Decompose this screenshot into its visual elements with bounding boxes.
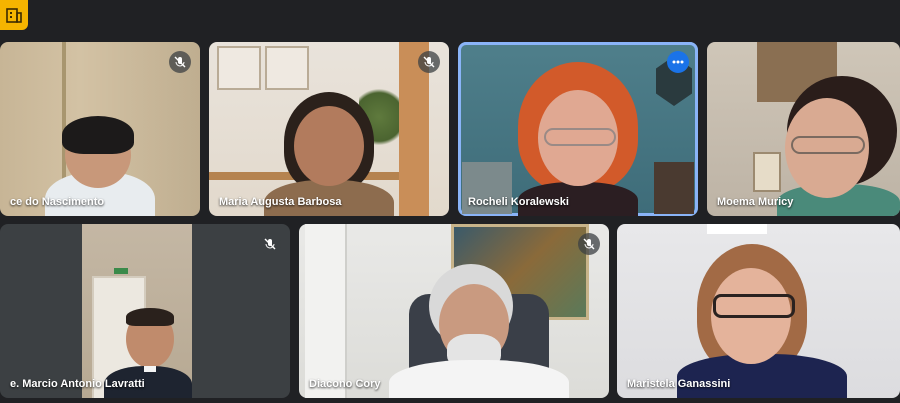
- more-options-button[interactable]: [667, 51, 689, 73]
- glasses: [713, 294, 795, 318]
- participant-name: Maristela Ganassini: [627, 378, 731, 390]
- glasses: [544, 128, 616, 146]
- mic-off-button[interactable]: [169, 51, 191, 73]
- more-options-icon: [672, 60, 684, 64]
- participant-tile[interactable]: Maristela Ganassini: [617, 224, 900, 398]
- mic-off-button[interactable]: [418, 51, 440, 73]
- ceiling-light: [707, 224, 767, 234]
- participant-name: Rocheli Koralewski: [468, 196, 569, 208]
- participant-name: Maria Augusta Barbosa: [219, 196, 342, 208]
- mic-off-button[interactable]: [259, 233, 281, 255]
- exit-sign: [114, 268, 128, 274]
- doorway: [305, 224, 347, 398]
- participant-video: [677, 244, 847, 398]
- app-logo[interactable]: [0, 0, 28, 30]
- clerical-collar: [144, 366, 156, 372]
- mic-off-button[interactable]: [578, 233, 600, 255]
- participant-tile[interactable]: ce do Nascimento: [0, 42, 200, 216]
- participant-video: [389, 264, 569, 398]
- participant-video: [508, 62, 648, 216]
- participant-tile-active-speaker[interactable]: Rocheli Koralewski: [458, 42, 698, 216]
- participant-name: e. Marcio Antonio Lavratti: [10, 378, 145, 390]
- participant-name: Moema Muricy: [717, 196, 794, 208]
- participant-tile[interactable]: Maria Augusta Barbosa: [209, 42, 449, 216]
- mic-off-icon: [264, 238, 276, 250]
- participant-name: ce do Nascimento: [10, 196, 105, 208]
- participant-tile[interactable]: e. Marcio Antonio Lavratti: [0, 224, 290, 398]
- mic-off-icon: [583, 238, 595, 250]
- mic-off-icon: [174, 56, 186, 68]
- participant-name: Diacono Cory: [309, 378, 381, 390]
- building-logo-icon: [6, 8, 22, 23]
- participant-tile[interactable]: Moema Muricy: [707, 42, 900, 216]
- mic-off-icon: [423, 56, 435, 68]
- cabinet: [654, 162, 694, 214]
- wall-frame: [265, 46, 309, 90]
- participant-tile[interactable]: Diacono Cory: [299, 224, 609, 398]
- participant-video: [777, 76, 900, 216]
- glasses: [791, 136, 865, 154]
- wall-frame: [217, 46, 261, 90]
